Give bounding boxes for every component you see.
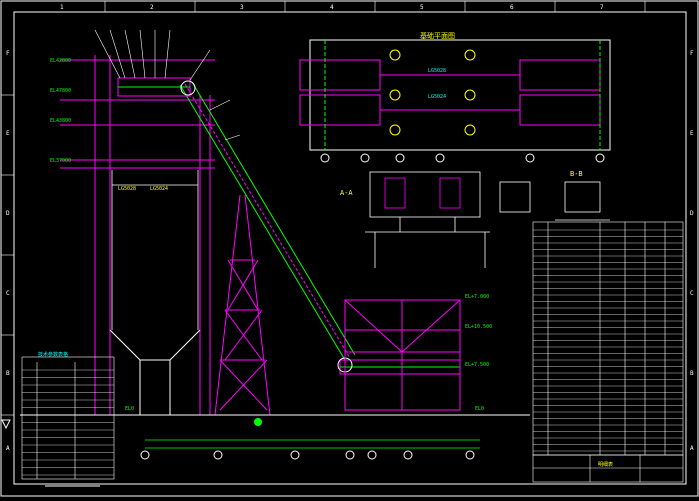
side-index-e: E xyxy=(6,130,10,137)
parts-list-table xyxy=(532,221,684,456)
technical-table-title: 技术参数表格 xyxy=(38,351,68,358)
elevation-7000: EL+7.000 xyxy=(465,294,489,300)
outer-frame xyxy=(0,0,699,497)
bottom-axis-bubbles xyxy=(140,450,475,460)
silo-label-2: LG5024 xyxy=(150,186,168,192)
conveyor-assembly-drawing: 1 2 3 4 5 6 7 F E D C B A F E D C B A LG… xyxy=(0,0,699,497)
border-index-7: 7 xyxy=(600,4,604,11)
support-base-marker xyxy=(254,418,262,426)
border-index-5: 5 xyxy=(420,4,424,11)
part-balloons xyxy=(94,29,241,141)
side-index-a: A xyxy=(6,445,10,452)
parts-table-title: 明细表 xyxy=(598,461,613,468)
support-tower xyxy=(214,194,271,416)
inner-frame xyxy=(13,11,687,485)
elevation-el0-r: EL0 xyxy=(475,406,484,412)
elevation-47800: EL47800 xyxy=(50,88,71,94)
side-index-a-r: A xyxy=(690,445,694,452)
elevation-37000: EL37000 xyxy=(50,158,71,164)
silo-label-1: LG5028 xyxy=(118,186,136,192)
silo-walls xyxy=(111,170,199,330)
side-index-c: C xyxy=(6,290,10,297)
title-block xyxy=(532,454,684,483)
side-index-d-r: D xyxy=(690,210,694,217)
side-index-f: F xyxy=(6,50,10,57)
border-index-4: 4 xyxy=(330,4,334,11)
plan-label-2: LG5024 xyxy=(428,94,446,100)
elevation-7500: EL+7.500 xyxy=(465,362,489,368)
elevation-42800: EL42800 xyxy=(50,58,71,64)
frame-grid-ticks xyxy=(1,1,646,416)
elevation-el0: EL0 xyxy=(125,406,134,412)
technical-parameter-table xyxy=(21,356,115,480)
elevation-43800: EL43800 xyxy=(50,118,71,124)
border-index-3: 3 xyxy=(240,4,244,11)
building-structure xyxy=(60,55,215,415)
side-index-d: D xyxy=(6,210,10,217)
plan-columns xyxy=(389,49,476,136)
plan-axis-bubbles xyxy=(320,153,605,163)
section-a-a xyxy=(365,171,490,268)
inclined-conveyor xyxy=(179,81,356,361)
lower-platform-frame xyxy=(344,299,461,411)
elevation-markers-right: EL+7.000 EL+10.500 EL+7.500 EL0 xyxy=(465,294,492,412)
section-b-b xyxy=(499,181,610,221)
plan-view-title: 基础平面图 xyxy=(420,31,455,40)
elevation-markers-left: EL42800 EL47800 EL43800 EL37000 EL0 xyxy=(50,58,134,412)
bottom-dimension-line xyxy=(145,439,480,449)
border-index-6: 6 xyxy=(510,4,514,11)
border-side-index: F E D C B A F E D C B A xyxy=(6,50,694,452)
elevation-10500: EL+10.500 xyxy=(465,324,492,330)
side-index-f-r: F xyxy=(690,50,694,57)
border-index-1: 1 xyxy=(60,4,64,11)
foundation-plan-view xyxy=(299,39,611,151)
border-top-index: 1 2 3 4 5 6 7 xyxy=(60,4,604,11)
border-index-2: 2 xyxy=(150,4,154,11)
section-b-title: B-B xyxy=(570,170,583,178)
side-index-c-r: C xyxy=(690,290,694,297)
plan-label-1: LG5028 xyxy=(428,68,446,74)
side-index-b: B xyxy=(6,370,10,377)
parts-list-rows xyxy=(533,229,683,452)
side-index-e-r: E xyxy=(690,130,694,137)
technical-table-rows xyxy=(22,369,114,476)
conveyor-tail-section xyxy=(337,357,461,375)
section-a-title: A-A xyxy=(340,189,353,197)
cad-drawing-canvas: 1 2 3 4 5 6 7 F E D C B A F E D C B A LG… xyxy=(0,0,699,497)
side-index-b-r: B xyxy=(690,370,694,377)
conveyor-head-section xyxy=(117,77,196,97)
